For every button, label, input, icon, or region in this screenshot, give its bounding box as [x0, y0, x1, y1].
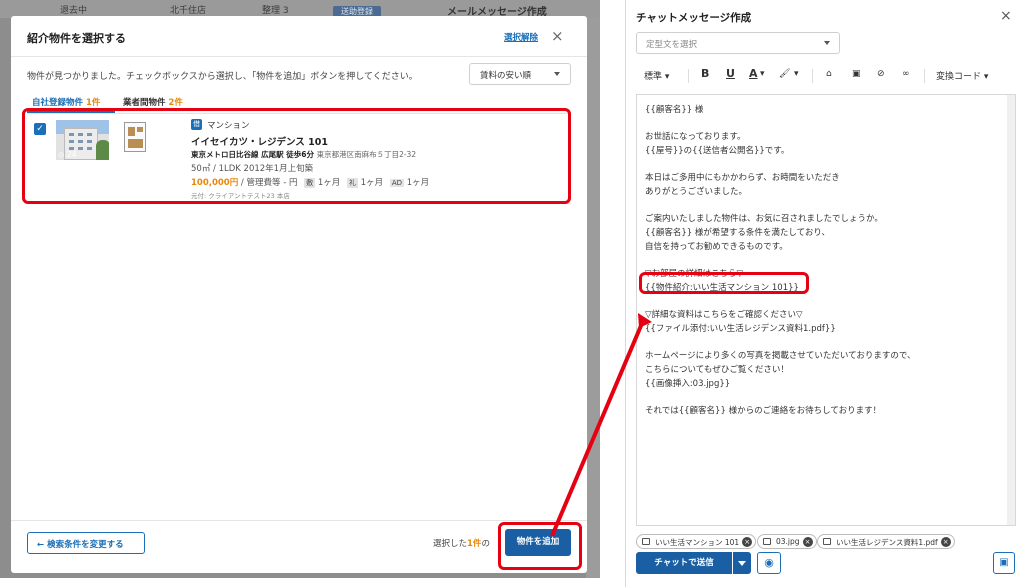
send-options-button[interactable]: [733, 552, 751, 574]
editor-toolbar: 標準 ▾ B U A ▾ 🖌 ▾ ⌂ ▣ ⊘ ∞ 変換コード ▾: [636, 64, 1016, 90]
background-status-label: 退去中: [60, 6, 88, 16]
save-draft-icon[interactable]: ▣: [993, 552, 1015, 574]
editor-scrollbar[interactable]: [1007, 95, 1015, 525]
editor-line: {{顧客名}} 様: [645, 105, 704, 115]
image-icon[interactable]: ▣: [852, 69, 861, 79]
template-placeholder: 定型文を選択: [646, 40, 698, 50]
preview-eye-icon[interactable]: ◉: [757, 552, 781, 574]
divider: [11, 56, 587, 57]
sort-select-value: 賃料の安い順: [480, 71, 532, 81]
editor-line: ありがとうございました。: [645, 187, 748, 197]
select-property-modal: 紹介物件を選択する 選択解除 × 物件が見つかりました。チェックボックスから選択…: [11, 16, 587, 573]
selected-number: 1件: [467, 539, 482, 549]
editor-line: 自信を持ってお勧めできるものです。: [645, 242, 788, 252]
composite-screenshot: 退去中 北千住店 整理 3 送助登録 メールメッセージ作成 紹介物件を選択する …: [0, 0, 1024, 587]
message-editor[interactable]: {{顧客名}} 様 お世話になっております。 {{屋号}}の{{送信者公開名}}…: [636, 94, 1016, 526]
chevron-down-icon: [824, 41, 830, 45]
sort-select[interactable]: 賃料の安い順: [469, 63, 571, 85]
tab-own-properties[interactable]: 自社登録物件 1件: [32, 96, 100, 108]
attachment-chip[interactable]: いい生活マンション 101 ×: [636, 534, 757, 549]
editor-line: {{画像挿入:03.jpg}}: [645, 379, 731, 389]
editor-line: ホームページにより多くの写真を掲載させていただいておりますので、: [645, 351, 916, 361]
underline-button[interactable]: U: [726, 67, 735, 80]
background-store-label: 北千住店: [170, 6, 207, 16]
instruction-message: 物件が見つかりました。チェックボックスから選択し、「物件を追加」ボタンを押してく…: [27, 72, 418, 82]
tab-count: 2件: [168, 98, 183, 108]
convert-code-select[interactable]: 変換コード ▾: [936, 69, 988, 82]
editor-line: それでは{{顧客名}} 様からのご連絡をお待ちしております！: [645, 406, 882, 416]
selected-prefix: 選択した: [433, 539, 468, 549]
tab-label: 自社登録物件: [32, 98, 84, 108]
background-right-column: [586, 18, 600, 578]
close-icon[interactable]: ×: [551, 27, 564, 45]
bold-button[interactable]: B: [701, 67, 709, 80]
toolbar-separator: [924, 69, 925, 83]
chevron-down-icon[interactable]: ▾: [760, 69, 765, 79]
attachment-chip[interactable]: 03.jpg ×: [757, 534, 817, 549]
paragraph-style-value: 標準: [644, 72, 663, 82]
attachment-icon[interactable]: ⊘: [877, 69, 885, 79]
tab-count: 1件: [85, 98, 101, 108]
dimmed-background-app: 退去中 北千住店 整理 3 送助登録 メールメッセージ作成 紹介物件を選択する …: [0, 0, 600, 578]
chip-label: いい生活マンション 101: [655, 538, 740, 547]
paragraph-style-select[interactable]: 標準 ▾: [644, 69, 669, 82]
footer-divider: [11, 520, 587, 521]
remove-chip-icon[interactable]: ×: [940, 537, 951, 547]
toolbar-separator: [688, 69, 689, 83]
remove-chip-icon[interactable]: ×: [802, 537, 813, 547]
editor-line: ご案内いたしました物件は、お気に召されましたでしょうか。: [645, 214, 883, 224]
text-color-button[interactable]: A: [749, 67, 758, 80]
background-sort-label: 整理 3: [262, 6, 289, 16]
chevron-down-icon: [554, 72, 560, 76]
editor-line: 本日はご多用中にもかかわらず、お時間をいただき: [645, 173, 840, 183]
highlight-frame-property: [22, 108, 571, 204]
editor-line: {{ファイル添付:いい生活レジデンス資料1.pdf}}: [645, 324, 836, 334]
composer-title: チャットメッセージ作成: [636, 12, 752, 24]
template-select[interactable]: 定型文を選択: [636, 32, 840, 54]
chip-label: 03.jpg: [776, 537, 800, 546]
highlight-color-button[interactable]: 🖌: [779, 69, 790, 79]
image-icon: [763, 538, 771, 545]
deselect-link[interactable]: 選択解除: [504, 31, 538, 43]
editor-line: ▽詳細な資料はこちらをご確認ください▽: [645, 310, 803, 320]
selected-count: 選択した1件の: [433, 537, 490, 549]
chevron-down-icon: [738, 561, 746, 566]
remove-chip-icon[interactable]: ×: [742, 537, 753, 547]
selected-suffix: の: [481, 539, 490, 549]
editor-line: お世話になっております。: [645, 132, 746, 142]
editor-line: {{顧客名}} 様が希望する条件を満たしており、: [645, 228, 830, 238]
attachment-chip[interactable]: いい生活レジデンス資料1.pdf ×: [817, 534, 955, 549]
chip-label: いい生活レジデンス資料1.pdf: [836, 538, 938, 547]
change-search-button[interactable]: ← 検索条件を変更する: [27, 532, 145, 554]
editor-line: こちらについてもぜひご覧ください！: [645, 365, 789, 375]
attachment-icon: [823, 538, 831, 545]
tab-label: 業者間物件: [123, 98, 166, 108]
tab-broker-properties[interactable]: 業者間物件 2件: [123, 96, 183, 108]
convert-code-label: 変換コード: [936, 72, 982, 82]
modal-title: 紹介物件を選択する: [27, 32, 126, 45]
send-chat-button[interactable]: チャットで送信: [636, 552, 732, 574]
building-icon: [642, 538, 650, 545]
toolbar-separator: [812, 69, 813, 83]
highlight-frame-property-code: [639, 272, 809, 294]
chevron-down-icon[interactable]: ▾: [794, 69, 799, 79]
highlight-frame-add-button: [498, 522, 582, 570]
building-icon[interactable]: ⌂: [826, 69, 832, 79]
editor-line: {{屋号}}の{{送信者公開名}}です。: [645, 146, 790, 156]
close-icon[interactable]: ×: [1000, 8, 1012, 24]
link-icon[interactable]: ∞: [902, 69, 910, 79]
